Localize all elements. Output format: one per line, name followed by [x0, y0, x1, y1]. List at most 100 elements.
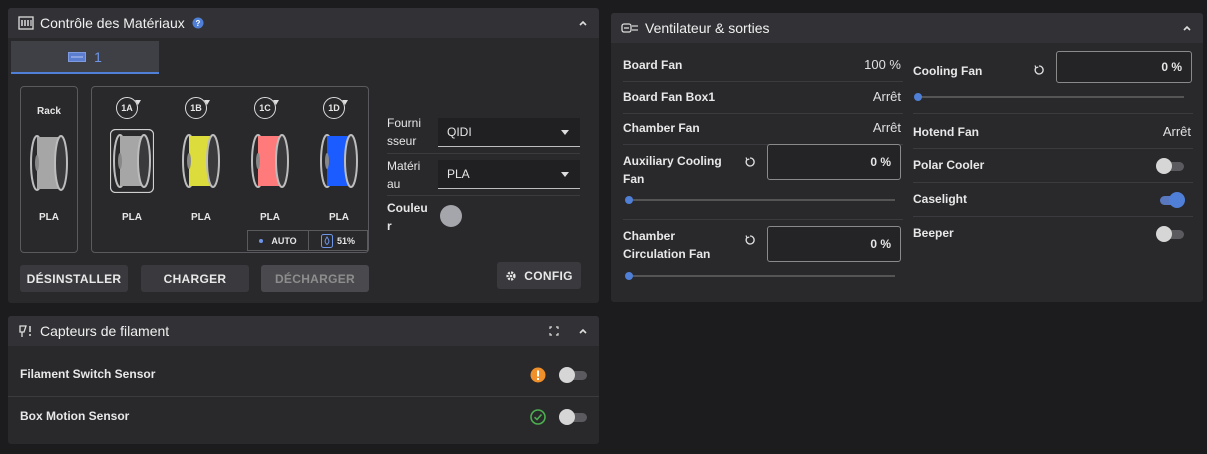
board-fan-label: Board Fan	[623, 58, 683, 72]
color-label: Couleu r	[387, 201, 428, 233]
caselight-label: Caselight	[913, 192, 968, 206]
material-select[interactable]: PLA	[438, 160, 580, 189]
reset-icon[interactable]	[1033, 64, 1045, 76]
sensor-name: Filament Switch Sensor	[20, 367, 156, 381]
uninstall-button[interactable]: DÉSINSTALLER	[20, 265, 128, 292]
spool-icon	[110, 129, 154, 193]
chamber-fan-label: Chamber Fan	[623, 121, 700, 135]
cooling-fan-input[interactable]: 0 %	[1056, 51, 1192, 83]
material-label: Matéri au	[387, 159, 421, 191]
sensor-row: Box Motion Sensor	[8, 398, 599, 436]
slot-arrow-icon	[135, 100, 141, 105]
fan-output-panel: Ventilateur & sorties Board Fan 100 % Bo…	[611, 13, 1203, 302]
hotend-fan-label: Hotend Fan	[913, 125, 979, 139]
sensor-name: Box Motion Sensor	[20, 409, 130, 423]
material-value: PLA	[447, 167, 470, 181]
aux-fan-input[interactable]: 0 %	[767, 144, 901, 180]
box-icon	[68, 51, 87, 62]
circ-fan-input[interactable]: 0 %	[767, 226, 901, 262]
help-icon[interactable]: ?	[192, 17, 204, 29]
collapse-chevron-icon[interactable]	[1181, 22, 1193, 34]
divider	[623, 219, 903, 220]
humidity-icon	[320, 233, 333, 248]
unload-button[interactable]: DÉCHARGER	[261, 265, 369, 292]
circ-fan-label: Chamber Circulation Fan	[623, 229, 711, 261]
slider-thumb[interactable]	[914, 93, 922, 101]
dropdown-arrow-icon	[561, 172, 569, 177]
load-button[interactable]: CHARGER	[141, 265, 249, 292]
color-swatch[interactable]	[440, 205, 462, 227]
divider	[913, 148, 1193, 149]
circ-fan-slider[interactable]	[625, 272, 895, 280]
filament-sensor-icon	[19, 325, 31, 337]
sensor-row: Filament Switch Sensor	[8, 356, 599, 394]
supplier-select[interactable]: QIDI	[438, 118, 580, 147]
tab-label: 1	[94, 48, 102, 65]
auto-label: AUTO	[271, 235, 297, 246]
svg-text:?: ?	[195, 19, 200, 28]
supplier-value: QIDI	[447, 125, 472, 139]
slot-material: PLA	[329, 212, 349, 223]
hotend-fan-value: Arrêt	[1162, 124, 1191, 139]
cooling-fan-label: Cooling Fan	[913, 64, 983, 78]
collapse-chevron-icon[interactable]	[577, 325, 589, 337]
material-control-panel: Contrôle des Matériaux ? 1 Rack PLA 1A PL…	[8, 8, 599, 303]
fullscreen-icon[interactable]	[549, 326, 559, 336]
slot-arrow-icon	[342, 100, 348, 105]
reset-icon[interactable]	[744, 156, 756, 168]
cooling-fan-slider[interactable]	[914, 93, 1184, 101]
spool-icon	[320, 134, 358, 188]
slots-box: 1A PLA 1B PLA 1C PLA 1D PLA AUTO 51%	[91, 86, 369, 253]
board-fan-box1-label: Board Fan Box1	[623, 90, 716, 104]
rack-material: PLA	[39, 212, 59, 223]
material-panel-title: Contrôle des Matériaux	[40, 15, 185, 31]
reset-icon[interactable]	[744, 234, 756, 246]
board-fan-value: 100 %	[864, 57, 901, 72]
caselight-toggle[interactable]	[1156, 192, 1185, 208]
filament-sensor-panel: Capteurs de filament Filament Switch Sen…	[8, 316, 599, 444]
fan-icon	[621, 23, 638, 33]
check-circle-icon	[530, 409, 546, 425]
aux-fan-slider[interactable]	[625, 196, 895, 204]
divider	[623, 113, 903, 114]
gear-icon	[506, 270, 516, 281]
filament-panel-title: Capteurs de filament	[40, 323, 170, 339]
dropdown-arrow-icon	[561, 130, 569, 135]
rack-label: Rack	[37, 106, 61, 117]
beeper-toggle[interactable]	[1156, 226, 1184, 242]
polar-cooler-toggle[interactable]	[1156, 158, 1184, 174]
sensor-toggle[interactable]	[559, 409, 587, 425]
fan-panel-title: Ventilateur & sorties	[645, 20, 770, 36]
divider	[8, 396, 599, 397]
board-fan-box1-value: Arrêt	[872, 89, 901, 104]
slot-material: PLA	[260, 212, 280, 223]
humidity-value: 51%	[336, 235, 355, 246]
divider	[387, 195, 580, 196]
divider	[623, 81, 903, 82]
spool-slot[interactable]: 1C PLA	[240, 87, 300, 227]
auto-mode-indicator[interactable]: AUTO	[247, 230, 309, 251]
filament-panel-header: Capteurs de filament	[8, 316, 599, 346]
slider-thumb[interactable]	[625, 272, 633, 280]
tab-box-1[interactable]: 1	[11, 41, 159, 74]
slot-arrow-icon	[204, 100, 210, 105]
material-panel-header: Contrôle des Matériaux ?	[8, 8, 599, 38]
divider	[913, 182, 1193, 183]
rack-box: Rack PLA	[20, 86, 78, 253]
slot-arrow-icon	[273, 100, 279, 105]
slider-thumb[interactable]	[625, 196, 633, 204]
slot-material: PLA	[122, 212, 142, 223]
collapse-chevron-icon[interactable]	[577, 17, 589, 29]
spool-slot[interactable]: 1B PLA	[171, 87, 231, 227]
warning-icon	[530, 367, 546, 383]
chamber-fan-value: Arrêt	[872, 120, 901, 135]
auto-dot-icon	[259, 238, 264, 243]
sensor-toggle[interactable]	[559, 367, 587, 383]
supplier-label: Fourni sseur	[387, 116, 422, 148]
spool-slot[interactable]: 1A PLA	[102, 87, 162, 227]
humidity-indicator: 51%	[308, 230, 368, 251]
config-button[interactable]: CONFIG	[497, 262, 581, 289]
spool-slot[interactable]: 1D PLA	[309, 87, 369, 227]
aux-fan-label: Auxiliary Cooling Fan	[623, 154, 722, 186]
divider	[913, 216, 1193, 217]
